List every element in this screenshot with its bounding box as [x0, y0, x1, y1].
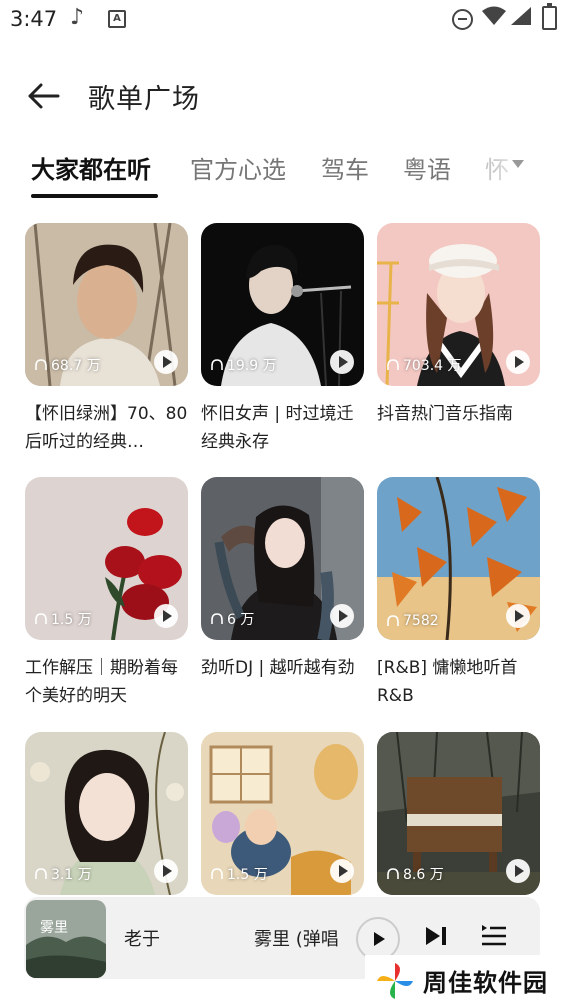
headphones-icon — [35, 359, 47, 370]
playlist-cover: 7582 — [377, 477, 540, 640]
play-count: 3.1 万 — [34, 864, 92, 884]
now-playing-artist: 老于 — [124, 929, 160, 950]
pinwheel-logo-icon — [377, 963, 413, 999]
tab-cantonese[interactable]: 粤语 — [403, 150, 451, 185]
tab-everyone-listening[interactable]: 大家都在听 — [31, 150, 151, 185]
category-tabs: 大家都在听 官方心选 驾车 粤语 怀 — [0, 140, 565, 200]
active-tab-indicator — [31, 194, 158, 198]
watermark-text: 周佳软件园 — [423, 969, 548, 997]
playlist-cover: 6 万 — [201, 477, 364, 640]
play-count: 8.6 万 — [386, 864, 444, 884]
playlist-cover: 3.1 万 — [25, 732, 188, 895]
play-button[interactable] — [330, 350, 354, 374]
headphones-icon — [211, 613, 223, 624]
playlist-card[interactable]: 1.5 万 — [201, 732, 364, 895]
play-count: 19.9 万 — [210, 355, 277, 375]
play-count: 1.5 万 — [210, 864, 268, 884]
play-button[interactable] — [154, 350, 178, 374]
back-button[interactable] — [24, 78, 64, 114]
playlist-card[interactable]: 6 万 劲听DJ | 越听越有劲 — [201, 477, 364, 710]
page-title: 歌单广场 — [88, 84, 200, 115]
play-button[interactable] — [330, 859, 354, 883]
now-playing-title: 雾里 (弹唱 — [254, 929, 339, 950]
playlist-title: 【怀旧绿洲】70、80后听过的经典… — [25, 404, 188, 452]
headphones-icon — [211, 359, 223, 370]
now-playing-cover: 雾里 — [26, 900, 106, 978]
headphones-icon — [35, 868, 47, 879]
do-not-disturb-icon — [452, 9, 473, 30]
headphones-icon — [35, 613, 47, 624]
skip-next-icon[interactable] — [424, 925, 448, 947]
playlist-card[interactable]: 8.6 万 — [377, 732, 540, 895]
playlist-cover: 8.6 万 — [377, 732, 540, 895]
playlist-cover: 703.4 万 — [377, 223, 540, 386]
wifi-icon — [482, 6, 506, 25]
battery-icon — [542, 3, 557, 30]
signal-icon — [511, 7, 531, 25]
play-button[interactable] — [330, 604, 354, 628]
playlist-cover: 1.5 万 — [25, 477, 188, 640]
playlist-card[interactable]: 703.4 万 抖音热门音乐指南 — [377, 223, 540, 456]
headphones-icon — [211, 868, 223, 879]
playlist-cover: 68.7 万 — [25, 223, 188, 386]
playlist-card[interactable]: 19.9 万 怀旧女声 | 时过境迁 经典永存 — [201, 223, 364, 456]
playlist-title: 工作解压｜期盼着每个美好的明天 — [25, 658, 178, 706]
tab-driving[interactable]: 驾车 — [321, 150, 369, 185]
play-count: 703.4 万 — [386, 355, 462, 375]
tab-nostalgia[interactable]: 怀 — [485, 150, 509, 185]
tab-official-picks[interactable]: 官方心选 — [190, 150, 286, 185]
headphones-icon — [387, 868, 399, 879]
play-button[interactable] — [154, 859, 178, 883]
play-button[interactable] — [506, 350, 530, 374]
playlist-cover: 1.5 万 — [201, 732, 364, 895]
cover-text: 雾里 — [40, 920, 68, 936]
playlist-title: 怀旧女声 | 时过境迁 经典永存 — [201, 404, 354, 452]
playlist-title: [R&B] 慵懒地听首R&B — [377, 658, 518, 706]
playlist-title: 劲听DJ | 越听越有劲 — [201, 658, 355, 678]
play-button[interactable] — [506, 604, 530, 628]
chevron-down-icon[interactable] — [512, 160, 524, 168]
playlist-title: 抖音热门音乐指南 — [377, 404, 513, 424]
play-count: 7582 — [386, 613, 439, 629]
app-notification-icon: A — [108, 10, 126, 28]
watermark: 周佳软件园 — [365, 955, 565, 1004]
playlist-card[interactable]: 3.1 万 — [25, 732, 188, 895]
play-count: 68.7 万 — [34, 355, 101, 375]
playlist-card[interactable]: 1.5 万 工作解压｜期盼着每个美好的明天 — [25, 477, 188, 710]
headphones-icon — [387, 615, 399, 626]
playlist-card[interactable]: 7582 [R&B] 慵懒地听首R&B — [377, 477, 540, 710]
play-button[interactable] — [506, 859, 530, 883]
headphones-icon — [387, 359, 399, 370]
playlist-queue-icon[interactable] — [478, 921, 508, 951]
playlist-card[interactable]: 68.7 万 【怀旧绿洲】70、80后听过的经典… — [25, 223, 188, 456]
status-time: 3:47 — [10, 7, 58, 31]
music-note-icon: ♪ — [70, 5, 85, 30]
status-bar: 3:47 ♪ A — [0, 0, 565, 38]
arrow-left-icon — [28, 83, 60, 109]
play-button[interactable] — [154, 604, 178, 628]
playlist-cover: 19.9 万 — [201, 223, 364, 386]
play-count: 1.5 万 — [34, 609, 92, 629]
play-count: 6 万 — [210, 609, 254, 629]
